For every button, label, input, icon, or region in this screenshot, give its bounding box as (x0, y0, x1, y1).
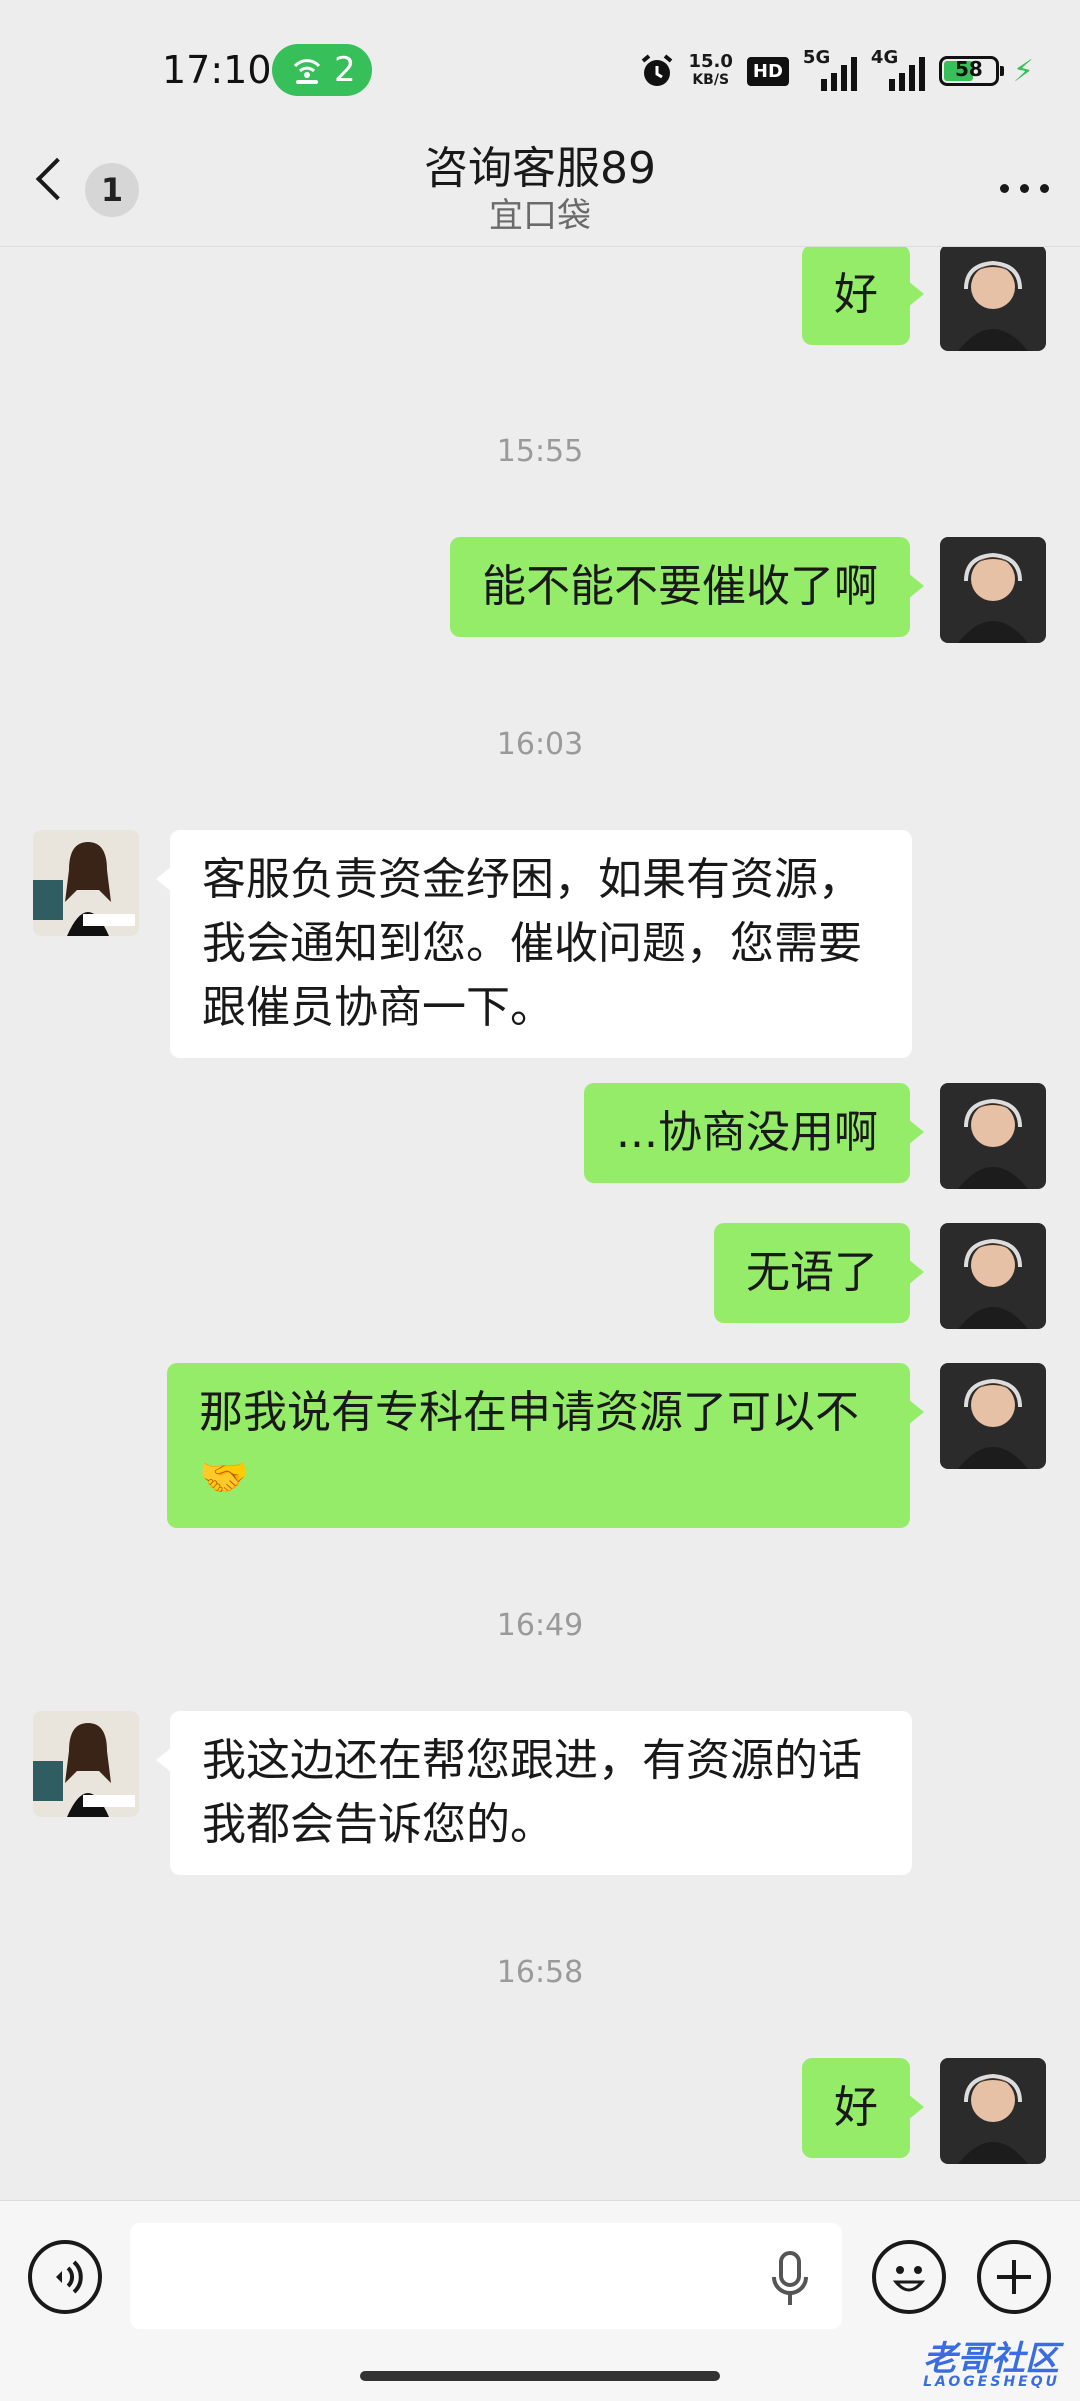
microphone-icon[interactable] (770, 2249, 810, 2309)
message-bubble-outgoing[interactable]: 无语了 (714, 1223, 924, 1323)
message-bubble-outgoing[interactable]: 好 (802, 247, 924, 345)
signal-icon: 5G (803, 47, 857, 91)
message-text-line: 我会通知到您。催收问题，您需要 (202, 918, 862, 969)
message-bubble-incoming[interactable]: 客服负责资金纾困，如果有资源， 我会通知到您。催收问题，您需要 跟催员协商一下。 (156, 830, 912, 1058)
status-icons: 15.0 KB/S HD 5G 4G 58 ⚡ (640, 47, 1034, 94)
input-bar: 老哥社区 LAOGESHEQU (0, 2200, 1080, 2401)
my-avatar[interactable] (940, 247, 1046, 351)
my-avatar[interactable] (940, 1083, 1046, 1189)
chat-title: 咨询客服89 (424, 143, 656, 194)
home-indicator[interactable] (360, 2371, 720, 2381)
agent-avatar[interactable] (33, 830, 139, 936)
alarm-icon (642, 54, 673, 86)
message-text: 好 (834, 269, 878, 320)
hotspot-badge: 2 (272, 44, 372, 96)
message-list[interactable]: 好 15:55 能不能不要催收了啊 16:03 客服负责资金纾困，如果有资源， … (0, 247, 1080, 2197)
message-input[interactable] (130, 2223, 842, 2329)
net-speed-value: 15.0 (688, 51, 733, 72)
timestamp: 16:58 (496, 1955, 584, 1990)
more-icon-dot (1020, 184, 1029, 193)
charging-icon: ⚡ (1012, 53, 1034, 89)
message-text-line: 我这边还在帮您跟进，有资源的话 (202, 1735, 862, 1786)
emoji-button[interactable] (872, 2240, 946, 2314)
message-text: 好 (834, 2082, 878, 2133)
message-bubble-outgoing[interactable]: 那我说有专科在申请资源了可以不 🤝 (167, 1363, 924, 1528)
message-text-line: 跟催员协商一下。 (202, 982, 554, 1033)
timestamp: 15:55 (496, 434, 584, 469)
signal-icon: 4G (871, 47, 925, 91)
message-bubble-outgoing[interactable]: ...协商没用啊 (584, 1083, 924, 1183)
chat-header: 1 咨询客服89 宜口袋 (0, 140, 1080, 247)
message-text-line: 那我说有专科在申请资源了可以不 (199, 1387, 859, 1438)
more-icon-dot (1040, 184, 1049, 193)
chat-subtitle: 宜口袋 (489, 196, 591, 236)
message-text: 无语了 (746, 1247, 878, 1298)
my-avatar[interactable] (940, 2058, 1046, 2164)
more-button[interactable] (994, 166, 1054, 206)
net-speed-unit: KB/S (692, 72, 730, 88)
message-bubble-outgoing[interactable]: 能不能不要催收了啊 (450, 537, 924, 637)
status-time: 17:10 (162, 48, 272, 92)
message-bubble-outgoing[interactable]: 好 (802, 2058, 924, 2158)
voice-button[interactable] (28, 2240, 102, 2314)
my-avatar[interactable] (940, 537, 1046, 643)
agent-avatar[interactable] (33, 1711, 139, 1817)
emoji-icon (892, 2266, 926, 2292)
battery-level: 58 (955, 57, 983, 81)
voice-icon (56, 2260, 83, 2294)
message-text: ...协商没用啊 (616, 1107, 878, 1158)
watermark-logo: 老哥社区 LAOGESHEQU (923, 2331, 1060, 2390)
timestamp: 16:03 (496, 727, 584, 762)
more-icon (1000, 184, 1009, 193)
my-avatar[interactable] (940, 1223, 1046, 1329)
message-text-line: 客服负责资金纾困，如果有资源， (202, 854, 862, 905)
hd-badge: HD (746, 56, 789, 86)
message-text: 能不能不要催收了啊 (482, 561, 878, 612)
net-speed: 15.0 KB/S (688, 53, 732, 89)
message-text-line: 我都会告诉您的。 (202, 1799, 554, 1850)
battery-icon: 58 (938, 56, 1004, 86)
message-bubble-incoming[interactable]: 我这边还在帮您跟进，有资源的话 我都会告诉您的。 (156, 1711, 912, 1875)
timestamp: 16:49 (496, 1608, 584, 1643)
my-avatar[interactable] (940, 1363, 1046, 1469)
hotspot-icon (293, 59, 321, 84)
hotspot-count: 2 (334, 50, 356, 90)
plus-button[interactable] (977, 2240, 1051, 2314)
watermark-text: 老哥社区 (923, 2339, 1060, 2379)
plus-icon (997, 2260, 1031, 2294)
status-bar: 17:10 2 15.0 KB/S HD 5G 4G 58 ⚡ (0, 0, 1080, 140)
handshake-emoji: 🤝 (199, 1455, 249, 1501)
watermark-sub: LAOGESHEQU (923, 2374, 1060, 2390)
